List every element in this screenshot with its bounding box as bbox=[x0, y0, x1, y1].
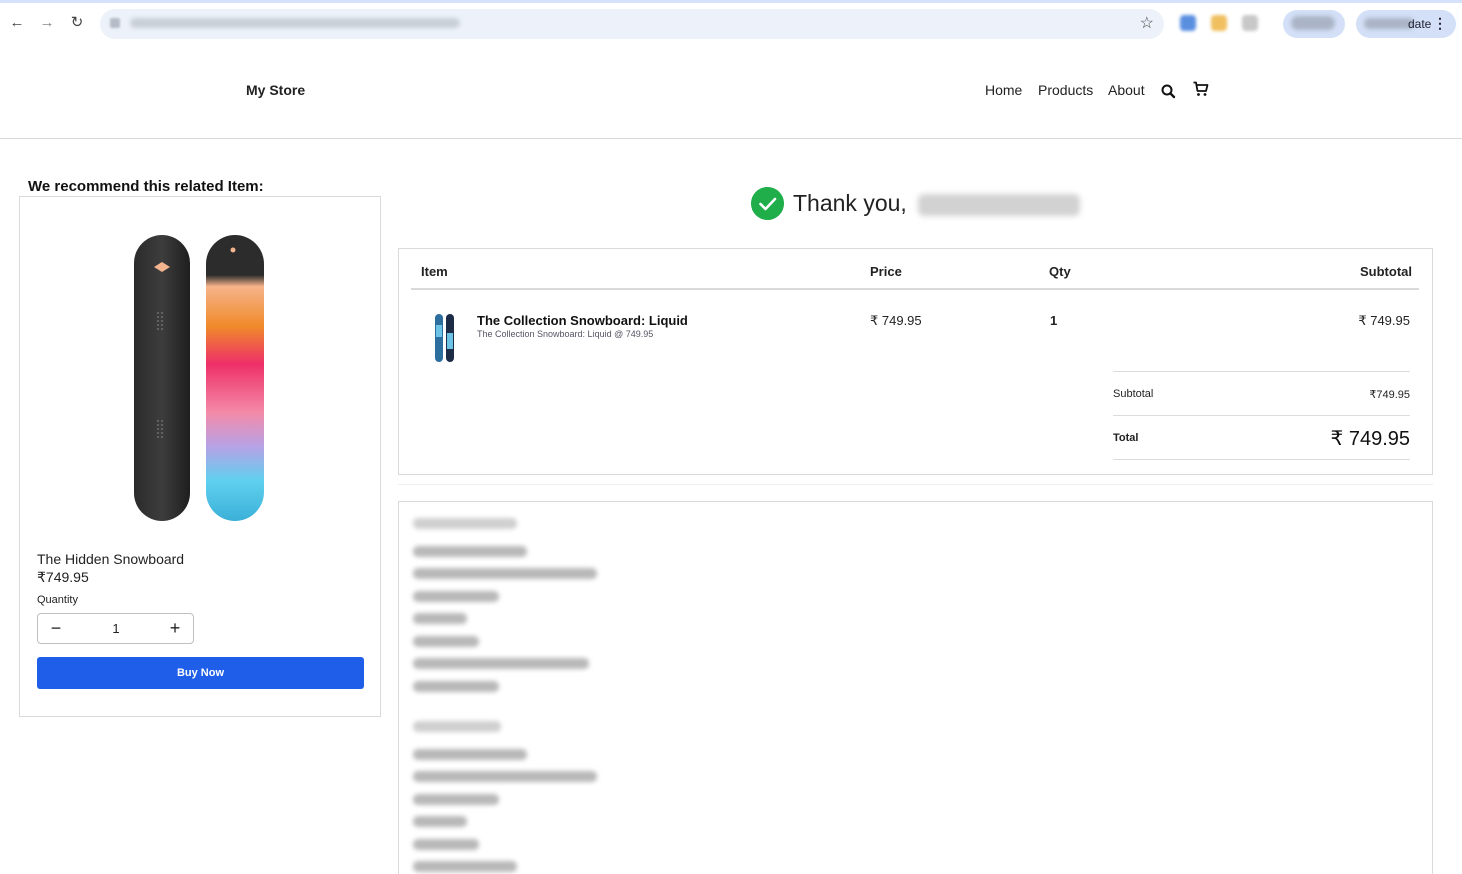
address-line-blurred bbox=[413, 816, 467, 827]
section-divider bbox=[398, 484, 1433, 485]
buy-now-button[interactable]: Buy Now bbox=[37, 657, 364, 689]
thank-you-heading: Thank you, bbox=[793, 190, 907, 216]
product-name[interactable]: The Hidden Snowboard bbox=[37, 551, 184, 567]
column-header-price: Price bbox=[870, 264, 902, 279]
store-header: My Store Home Products About bbox=[0, 42, 1462, 139]
column-header-subtotal: Subtotal bbox=[1360, 264, 1412, 279]
address-line-blurred bbox=[413, 771, 597, 782]
item-subtitle: The Collection Snowboard: Liquid @ 749.9… bbox=[477, 329, 654, 339]
decrement-button[interactable]: − bbox=[42, 617, 70, 641]
address-line-blurred bbox=[413, 839, 479, 850]
billing-address-heading-blurred bbox=[413, 721, 501, 732]
order-summary: Item Price Qty Subtotal The Collection S… bbox=[398, 248, 1433, 475]
nav-about[interactable]: About bbox=[1108, 82, 1145, 98]
extension-icon[interactable] bbox=[1180, 15, 1196, 31]
total-label: Total bbox=[1113, 432, 1139, 444]
address-bar-url bbox=[130, 18, 460, 28]
address-line-blurred bbox=[413, 591, 499, 602]
nav-products[interactable]: Products bbox=[1038, 82, 1093, 98]
cart-icon[interactable] bbox=[1192, 80, 1210, 98]
summary-divider bbox=[1113, 459, 1410, 460]
product-image[interactable] bbox=[132, 232, 268, 524]
update-label: date bbox=[1408, 17, 1432, 31]
extension-icon[interactable] bbox=[1242, 15, 1258, 31]
summary-divider bbox=[1113, 415, 1410, 416]
address-line-blurred bbox=[413, 794, 499, 805]
forward-icon[interactable]: → bbox=[36, 12, 58, 34]
bookmark-star-icon[interactable]: ☆ bbox=[1140, 13, 1154, 33]
address-line-blurred bbox=[413, 546, 527, 557]
address-line-blurred bbox=[413, 568, 597, 579]
site-info-icon[interactable] bbox=[110, 18, 120, 28]
reload-icon[interactable]: ↻ bbox=[66, 12, 88, 34]
store-brand[interactable]: My Store bbox=[246, 82, 305, 98]
address-line-blurred bbox=[413, 861, 517, 872]
quantity-stepper: − 1 + bbox=[37, 613, 194, 644]
item-subtotal: ₹ 749.95 bbox=[1358, 313, 1410, 328]
address-bar[interactable]: ☆ bbox=[100, 9, 1164, 39]
back-icon[interactable]: ← bbox=[6, 12, 28, 34]
address-line-blurred bbox=[413, 636, 479, 647]
address-line-blurred bbox=[413, 749, 527, 760]
update-label-blurred bbox=[1364, 18, 1414, 29]
column-header-item: Item bbox=[421, 264, 448, 279]
item-thumbnail bbox=[435, 314, 454, 362]
menu-icon[interactable]: ⋮ bbox=[1433, 15, 1447, 32]
header-divider bbox=[411, 288, 1419, 290]
shipping-address-heading-blurred bbox=[413, 518, 517, 529]
increment-button[interactable]: + bbox=[161, 617, 189, 641]
subtotal-label: Subtotal bbox=[1113, 388, 1154, 400]
item-qty: 1 bbox=[1050, 313, 1058, 328]
search-icon[interactable] bbox=[1160, 83, 1178, 101]
update-button[interactable]: date ⋮ bbox=[1356, 10, 1456, 38]
product-price: ₹749.95 bbox=[37, 569, 89, 585]
browser-toolbar: ← → ↻ ☆ date ⋮ bbox=[0, 0, 1462, 42]
total-value: ₹ 749.95 bbox=[1330, 428, 1410, 450]
recommendation-card: The Hidden Snowboard ₹749.95 Quantity − … bbox=[19, 196, 381, 717]
quantity-label: Quantity bbox=[37, 594, 78, 606]
address-section bbox=[398, 501, 1433, 874]
success-check-icon bbox=[751, 187, 784, 220]
summary-divider bbox=[1113, 371, 1410, 372]
column-header-qty: Qty bbox=[1049, 264, 1071, 279]
subtotal-value: ₹749.95 bbox=[1369, 389, 1410, 401]
address-line-blurred bbox=[413, 658, 589, 669]
nav-home[interactable]: Home bbox=[985, 82, 1022, 98]
profile-button[interactable] bbox=[1283, 10, 1345, 38]
profile-avatar bbox=[1291, 16, 1335, 30]
item-price: ₹ 749.95 bbox=[870, 313, 922, 328]
address-line-blurred bbox=[413, 681, 499, 692]
address-line-blurred bbox=[413, 613, 467, 624]
quantity-input[interactable]: 1 bbox=[98, 621, 134, 636]
recommendation-title: We recommend this related Item: bbox=[28, 178, 264, 195]
extension-icon[interactable] bbox=[1211, 15, 1227, 31]
customer-name-blurred bbox=[918, 194, 1080, 216]
item-title[interactable]: The Collection Snowboard: Liquid bbox=[477, 313, 688, 328]
